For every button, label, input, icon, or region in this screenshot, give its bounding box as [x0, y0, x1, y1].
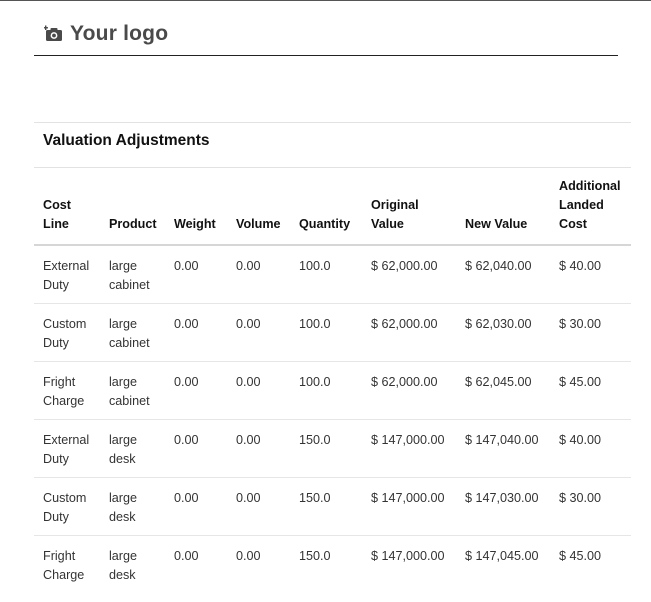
cell-original-value: $ 147,000.00: [371, 477, 465, 536]
cell-weight: 0.00: [174, 361, 236, 420]
table-row: Fright Charge large desk 0.00 0.00 150.0…: [34, 536, 631, 594]
cell-product: large desk: [109, 419, 174, 478]
cell-quantity: 100.0: [299, 303, 371, 362]
cell-product: large cabinet: [109, 303, 174, 362]
cell-new-value: $ 62,030.00: [465, 303, 559, 362]
column-header-additional-landed-cost: Additional Landed Cost: [559, 168, 631, 246]
cell-additional-landed-cost: $ 45.00: [559, 549, 602, 563]
cell-cost-line: External Duty: [34, 419, 109, 478]
table-row: Custom Duty large desk 0.00 0.00 150.0 $…: [34, 477, 631, 536]
cell-quantity: 100.0: [299, 245, 371, 304]
cell-additional-landed-cost: $ 45.00: [559, 361, 631, 420]
cell-cost-line: Fright Charge: [34, 361, 109, 420]
cell-volume: 0.00: [236, 303, 299, 362]
table-row: External Duty large cabinet 0.00 0.00 10…: [34, 245, 631, 304]
cell-quantity: 150.0: [299, 419, 371, 478]
section-title: Valuation Adjustments: [43, 132, 210, 149]
cell-additional-landed-cost: $ 30.00: [559, 477, 631, 536]
cell-cost-line: Custom Duty: [34, 477, 109, 536]
cell-cost-line: External Duty: [34, 245, 109, 304]
cell-cost-line: Fright Charge: [43, 549, 85, 582]
table-row: External Duty large desk 0.00 0.00 150.0…: [34, 419, 631, 478]
column-header-volume: Volume: [236, 168, 299, 246]
cell-new-value: $ 147,045.00: [465, 549, 539, 563]
logo-text: Your logo: [70, 22, 169, 45]
top-border: [0, 0, 651, 1]
camera-icon: [43, 25, 64, 43]
table-row: Custom Duty large cabinet 0.00 0.00 100.…: [34, 303, 631, 362]
column-header-original-value: Original Value: [371, 168, 465, 246]
cell-product: large cabinet: [109, 361, 174, 420]
column-header-weight: Weight: [174, 168, 236, 246]
cell-new-value: $ 147,030.00: [465, 477, 559, 536]
table-row: Fright Charge large cabinet 0.00 0.00 10…: [34, 361, 631, 420]
cell-weight: 0.00: [174, 549, 199, 563]
cell-volume: 0.00: [236, 245, 299, 304]
table-header-row: Cost Line Product Weight Volume Quantity…: [34, 168, 631, 246]
cell-weight: 0.00: [174, 419, 236, 478]
cell-original-value: $ 62,000.00: [371, 303, 465, 362]
cell-quantity: 150.0: [299, 477, 371, 536]
cell-weight: 0.00: [174, 477, 236, 536]
cell-additional-landed-cost: $ 40.00: [559, 419, 631, 478]
column-header-cost-line: Cost Line: [34, 168, 109, 246]
cell-additional-landed-cost: $ 40.00: [559, 245, 631, 304]
cell-new-value: $ 62,045.00: [465, 361, 559, 420]
cell-cost-line: Custom Duty: [34, 303, 109, 362]
report-header: Your logo: [34, 20, 618, 56]
cell-original-value: $ 147,000.00: [371, 419, 465, 478]
section-divider-top: [34, 122, 631, 123]
cell-weight: 0.00: [174, 303, 236, 362]
cell-product: large desk: [109, 477, 174, 536]
cell-product: large desk: [109, 549, 138, 582]
cell-quantity: 150.0: [299, 549, 331, 563]
cell-volume: 0.00: [236, 549, 261, 563]
column-header-new-value: New Value: [465, 168, 559, 246]
cell-volume: 0.00: [236, 361, 299, 420]
column-header-product: Product: [109, 168, 174, 246]
cell-weight: 0.00: [174, 245, 236, 304]
column-header-quantity: Quantity: [299, 168, 371, 246]
company-logo: Your logo: [43, 22, 169, 46]
cell-original-value: $ 62,000.00: [371, 361, 465, 420]
cell-product: large cabinet: [109, 245, 174, 304]
cell-new-value: $ 147,040.00: [465, 419, 559, 478]
valuation-adjustments-table: Cost Line Product Weight Volume Quantity…: [34, 168, 631, 593]
cell-additional-landed-cost: $ 30.00: [559, 303, 631, 362]
cell-original-value: $ 62,000.00: [371, 245, 465, 304]
cell-volume: 0.00: [236, 477, 299, 536]
cell-original-value: $ 147,000.00: [371, 549, 445, 563]
cell-quantity: 100.0: [299, 361, 371, 420]
cell-volume: 0.00: [236, 419, 299, 478]
cell-new-value: $ 62,040.00: [465, 245, 559, 304]
